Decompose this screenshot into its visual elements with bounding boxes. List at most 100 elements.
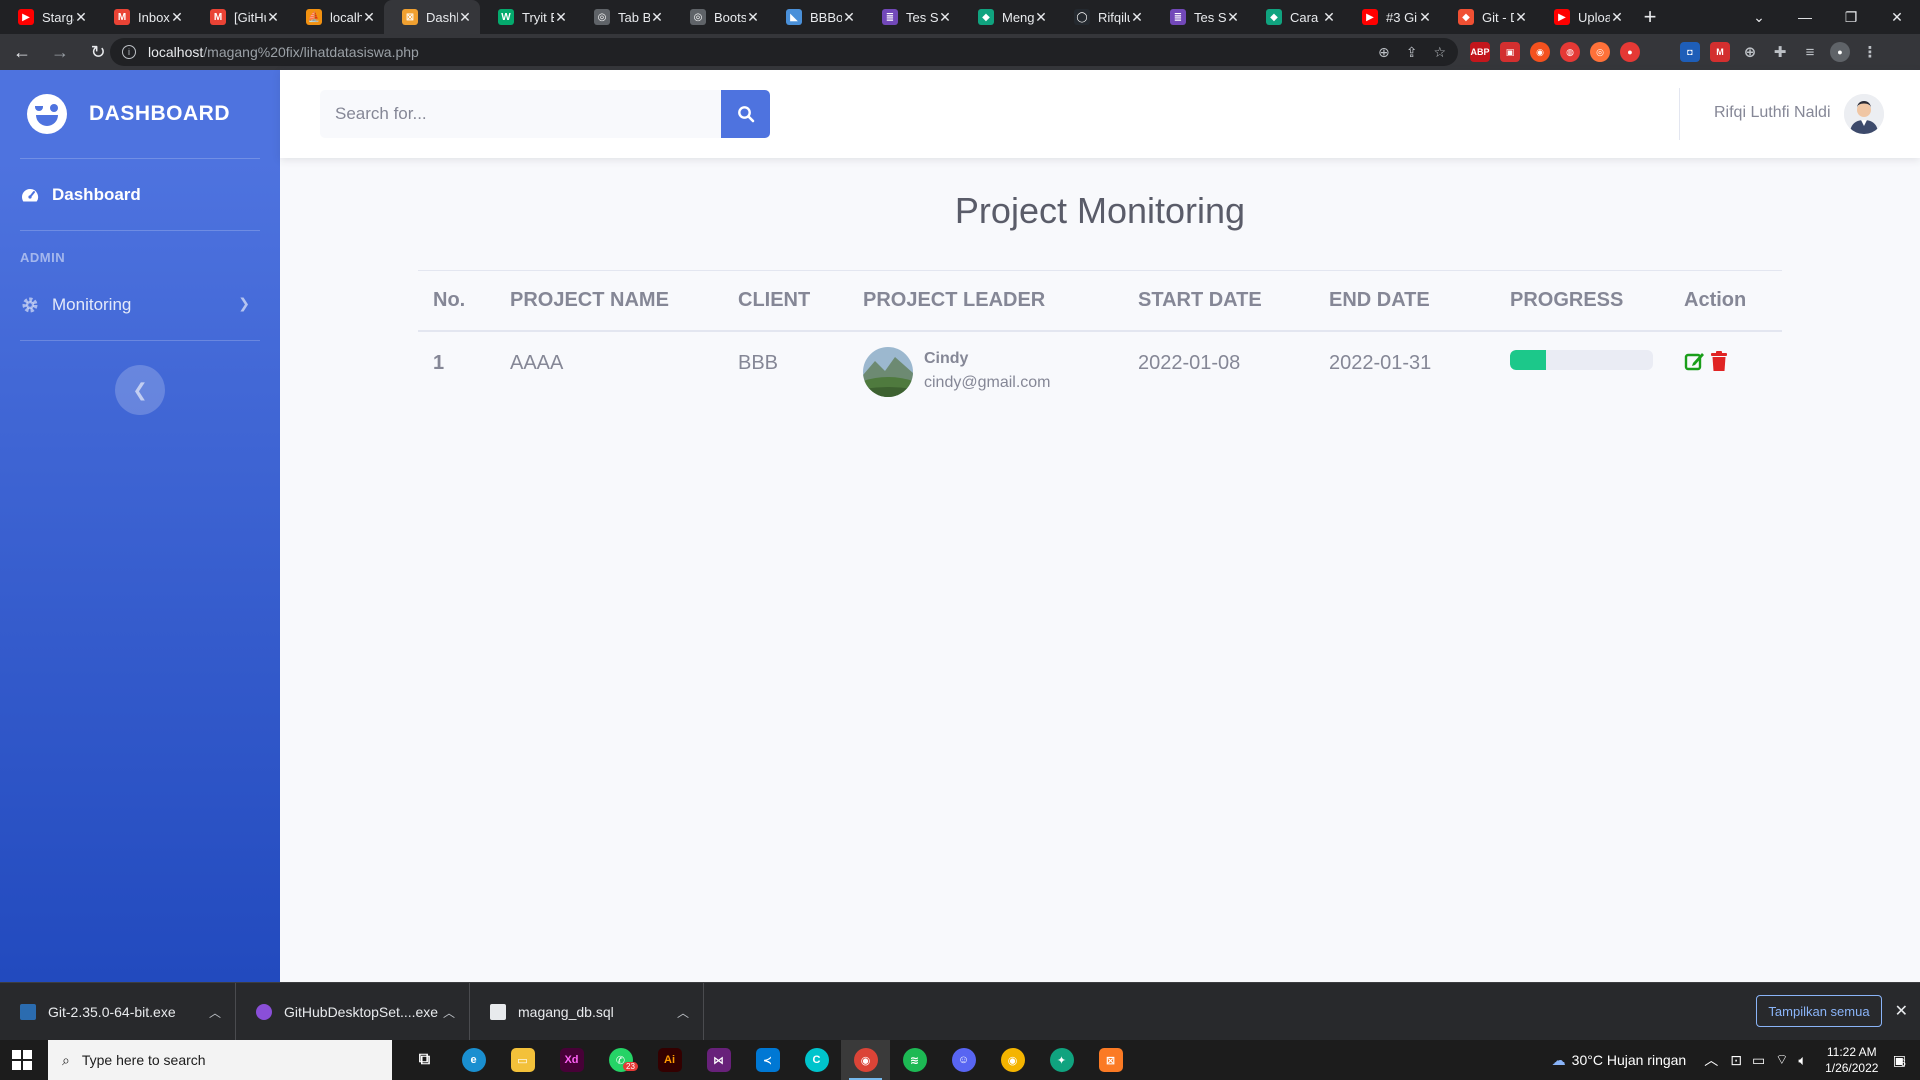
browser-tab[interactable]: ⛵ localh ✕	[288, 0, 384, 34]
chrome-canary-icon[interactable]: ◉	[988, 1040, 1037, 1080]
extension-icon[interactable]: ◎	[1590, 42, 1610, 62]
browser-tab[interactable]: ◯ Rifqilu✕	[1056, 0, 1152, 34]
close-tab-icon[interactable]: ✕	[1322, 9, 1336, 26]
close-tab-icon[interactable]: ✕	[170, 9, 184, 26]
xampp-icon[interactable]: ⊠	[1086, 1040, 1135, 1080]
meet-now-icon[interactable]: ⊡	[1730, 1052, 1742, 1069]
download-item[interactable]: GitHubDesktopSet....exe ︿	[236, 983, 470, 1041]
browser-tab[interactable]: ⊠ Dashb✕	[384, 0, 480, 34]
search-input[interactable]: Search for...	[320, 90, 721, 138]
volume-icon[interactable]: 🔈︎	[1798, 1052, 1806, 1069]
browser-tab[interactable]: ▶ Starga✕	[0, 0, 96, 34]
close-tab-icon[interactable]: ✕	[1514, 9, 1528, 26]
back-button[interactable]: ←	[6, 36, 38, 68]
column-header[interactable]: No.	[433, 289, 465, 312]
site-info-icon[interactable]: i	[122, 45, 136, 59]
browser-tab[interactable]: ≣ Tes Se✕	[1152, 0, 1248, 34]
chatgpt-icon[interactable]: ✦	[1037, 1040, 1086, 1080]
extension-icon[interactable]: ◉	[1530, 42, 1550, 62]
close-tab-icon[interactable]: ✕	[458, 9, 472, 26]
globe-icon[interactable]: ⊕	[1740, 42, 1760, 62]
download-item[interactable]: Git-2.35.0-64-bit.exe ︿	[0, 983, 236, 1041]
chevron-up-icon[interactable]: ︿	[677, 1004, 689, 1021]
bookmark-star-icon[interactable]: ☆	[1433, 44, 1446, 61]
browser-tab[interactable]: ◎ Boots ✕	[672, 0, 768, 34]
extension-icon[interactable]: ▣	[1500, 42, 1520, 62]
share-icon[interactable]: ⇪	[1406, 44, 1418, 61]
start-button[interactable]	[12, 1050, 32, 1070]
minimize-button[interactable]: —	[1782, 0, 1828, 34]
taskbar-search[interactable]: ⌕ Type here to search	[48, 1040, 392, 1080]
close-tab-icon[interactable]: ✕	[1418, 9, 1432, 26]
close-tab-icon[interactable]: ✕	[650, 9, 664, 26]
zoom-icon[interactable]: ⊕	[1378, 44, 1390, 61]
notifications-icon[interactable]: ▣ 6	[1893, 1052, 1906, 1069]
canva-icon[interactable]: C	[792, 1040, 841, 1080]
user-name[interactable]: Rifqi Luthfi Naldi	[1714, 104, 1831, 122]
browser-tab[interactable]: ▶ Uploa ✕	[1536, 0, 1632, 34]
task-view-icon[interactable]: ⧉	[400, 1040, 449, 1080]
sidebar-item-dashboard[interactable]: Dashboard	[20, 175, 260, 215]
close-tab-icon[interactable]: ✕	[554, 9, 568, 26]
close-download-bar-icon[interactable]: ✕	[1895, 1001, 1908, 1021]
browser-tab[interactable]: W Tryit E✕	[480, 0, 576, 34]
edge-icon[interactable]: e	[449, 1040, 498, 1080]
close-tab-icon[interactable]: ✕	[938, 9, 952, 26]
chevron-up-icon[interactable]: ︿	[443, 1004, 455, 1021]
column-header[interactable]: START DATE	[1138, 289, 1262, 312]
illustrator-icon[interactable]: Ai	[645, 1040, 694, 1080]
sidebar-brand[interactable]: DASHBOARD	[0, 70, 280, 158]
browser-tab[interactable]: ◆ Git - D✕	[1440, 0, 1536, 34]
browser-tab[interactable]: ▶ #3 Gi ✕	[1344, 0, 1440, 34]
sidebar-toggle-button[interactable]: ❮	[115, 365, 165, 415]
chrome-icon[interactable]: ◉	[841, 1040, 890, 1080]
show-all-downloads-button[interactable]: Tampilkan semua	[1756, 995, 1882, 1027]
whatsapp-icon[interactable]: ✆ 23	[596, 1040, 645, 1080]
visual-studio-icon[interactable]: ⋈	[694, 1040, 743, 1080]
file-explorer-icon[interactable]: ▭	[498, 1040, 547, 1080]
browser-tab[interactable]: ◣ BBBoo✕	[768, 0, 864, 34]
extension-icon[interactable]: ●	[1620, 42, 1640, 62]
close-tab-icon[interactable]: ✕	[74, 9, 88, 26]
adobe-xd-icon[interactable]: Xd	[547, 1040, 596, 1080]
discord-icon[interactable]: ☺	[939, 1040, 988, 1080]
browser-tab[interactable]: M [GitHu✕	[192, 0, 288, 34]
close-tab-icon[interactable]: ✕	[362, 9, 376, 26]
forward-button[interactable]: →	[44, 36, 76, 68]
search-button[interactable]	[721, 90, 770, 138]
close-tab-icon[interactable]: ✕	[1226, 9, 1240, 26]
tab-search-icon[interactable]: ⌄	[1736, 0, 1782, 34]
sidebar-item-monitoring[interactable]: Monitoring ❯	[20, 285, 260, 325]
close-tab-icon[interactable]: ✕	[746, 9, 760, 26]
wifi-icon[interactable]: ⌔	[1775, 1051, 1788, 1069]
chevron-up-icon[interactable]: ︿	[1704, 1050, 1718, 1070]
extension-icon[interactable]: M	[1710, 42, 1730, 62]
new-tab-button[interactable]: +	[1632, 0, 1668, 34]
bitwarden-icon[interactable]: ◘	[1680, 42, 1700, 62]
restore-button[interactable]: ❐	[1828, 0, 1874, 34]
close-window-button[interactable]: ✕	[1874, 0, 1920, 34]
close-tab-icon[interactable]: ✕	[1610, 9, 1624, 26]
chevron-up-icon[interactable]: ︿	[209, 1004, 221, 1021]
browser-tab[interactable]: ≣ Tes Se✕	[864, 0, 960, 34]
browser-tab[interactable]: ◎ Tab Ba✕	[576, 0, 672, 34]
edit-button[interactable]	[1684, 350, 1706, 372]
download-item[interactable]: magang_db.sql ︿	[470, 983, 704, 1041]
close-tab-icon[interactable]: ✕	[1130, 9, 1144, 26]
address-bar[interactable]: i localhost/magang%20fix/lihatdatasiswa.…	[110, 38, 1458, 66]
column-header[interactable]: PROGRESS	[1510, 289, 1623, 312]
profile-avatar[interactable]: ●	[1830, 42, 1850, 62]
column-header[interactable]: END DATE	[1329, 289, 1430, 312]
battery-icon[interactable]: ▭	[1752, 1052, 1765, 1069]
weather-text[interactable]: 30°C Hujan ringan	[1572, 1052, 1687, 1068]
reading-list-icon[interactable]: ≡	[1800, 42, 1820, 62]
column-header[interactable]: PROJECT NAME	[510, 289, 669, 312]
menu-kebab-icon[interactable]: ⋮	[1860, 42, 1880, 62]
close-tab-icon[interactable]: ✕	[1034, 9, 1048, 26]
spotify-icon[interactable]: ≋	[890, 1040, 939, 1080]
extensions-puzzle-icon[interactable]: ✚	[1770, 42, 1790, 62]
close-tab-icon[interactable]: ✕	[842, 9, 856, 26]
column-header[interactable]: CLIENT	[738, 289, 810, 312]
close-tab-icon[interactable]: ✕	[266, 9, 280, 26]
browser-tab[interactable]: M Inbox ✕	[96, 0, 192, 34]
